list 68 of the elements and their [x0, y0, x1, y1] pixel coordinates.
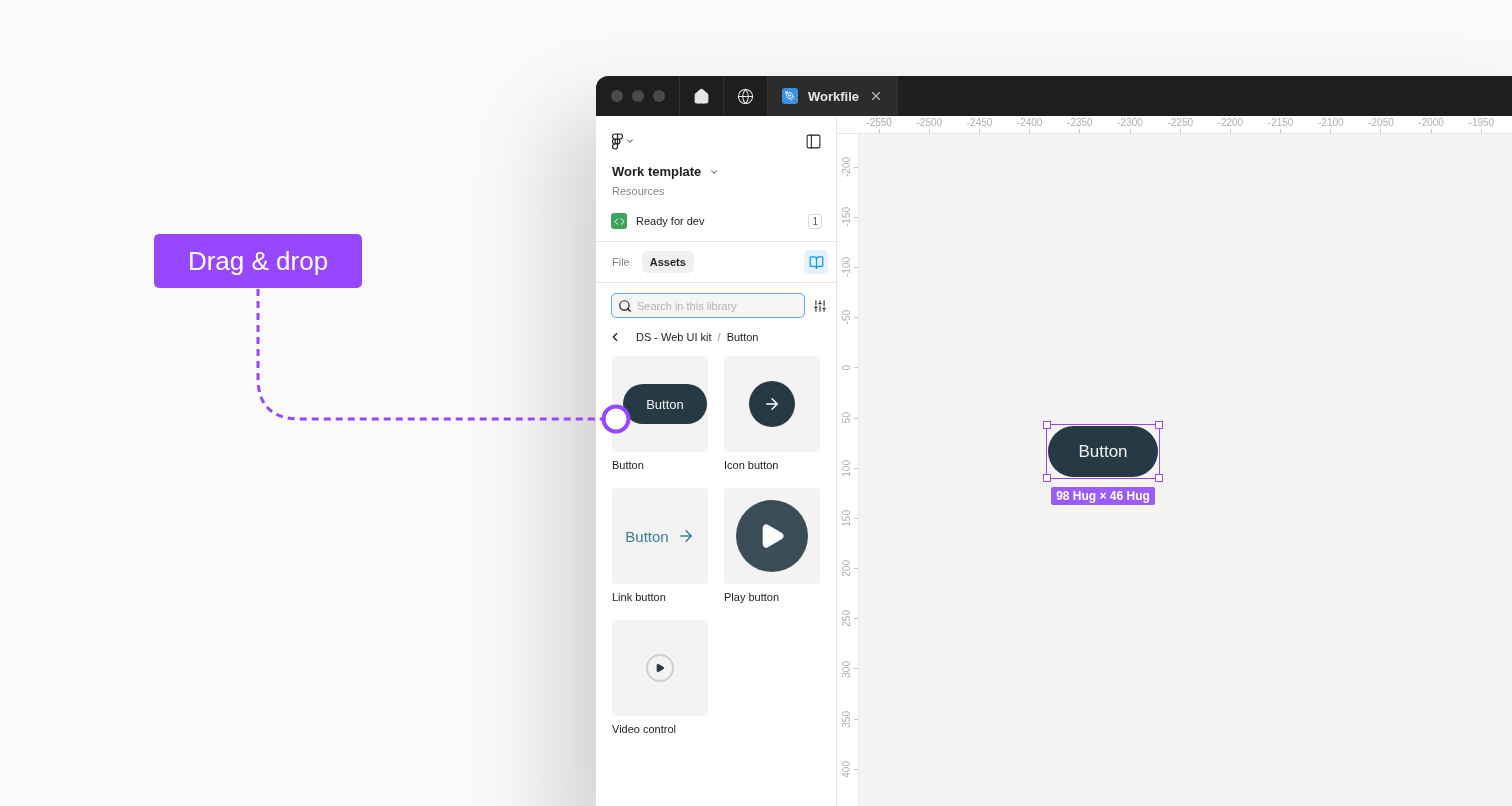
drag-and-drop-callout: Drag & drop	[154, 234, 362, 288]
component-name: Button	[612, 459, 645, 471]
ruler-label: 0	[841, 365, 853, 371]
book-icon	[808, 254, 824, 270]
component-name: Video control	[612, 723, 677, 735]
ruler-label: 100	[841, 459, 853, 477]
component-card[interactable]: Button	[612, 356, 708, 452]
component-name: Icon button	[724, 459, 780, 471]
component-name: Play button	[724, 591, 781, 603]
component-name: Link button	[612, 591, 667, 603]
ruler-label: -2050	[1368, 117, 1394, 128]
component-card[interactable]	[724, 356, 820, 452]
play-icon	[655, 663, 665, 673]
search-icon	[618, 299, 632, 313]
arrow-icon	[763, 395, 781, 413]
filter-button[interactable]	[813, 298, 827, 313]
ruler-label: -2400	[1016, 117, 1043, 128]
resize-handle[interactable]	[1155, 421, 1163, 429]
sliders-icon	[813, 298, 827, 313]
breadcrumb-item[interactable]: DS - Web UI kit	[636, 331, 712, 343]
ruler-label: -2200	[1217, 117, 1244, 128]
ruler-label: -2100	[1318, 117, 1344, 128]
ruler-label: -150	[841, 207, 853, 228]
ruler-label: -200	[841, 157, 853, 178]
ruler-label: -2300	[1117, 117, 1143, 128]
ruler-label: -2250	[1167, 117, 1193, 128]
ruler-label: -2500	[916, 117, 943, 128]
button-preview: Button	[623, 384, 707, 424]
resize-handle[interactable]	[1155, 474, 1163, 482]
ruler-label: 300	[841, 660, 853, 678]
ruler-label: -2450	[966, 117, 993, 128]
breadcrumb-separator: /	[717, 331, 721, 343]
project-name: Resources	[612, 185, 666, 197]
panel-tab[interactable]: Assets	[641, 251, 694, 273]
breadcrumb-item[interactable]: Button	[726, 331, 759, 343]
panel-tab[interactable]: File	[604, 251, 638, 273]
ruler-label: 350	[841, 710, 853, 728]
ruler-label: 400	[841, 761, 853, 778]
size-label: 98 Hug × 46 Hug	[1051, 487, 1155, 505]
ruler-label: -2150	[1267, 117, 1294, 128]
resize-handle[interactable]	[1043, 474, 1051, 482]
component-card[interactable]	[724, 488, 820, 584]
component-card[interactable]: Button	[612, 488, 708, 584]
ruler-label: 200	[841, 560, 853, 577]
ruler-label: -2000	[1418, 117, 1444, 128]
ruler-label: 250	[841, 610, 853, 628]
chevron-icon[interactable]	[625, 136, 635, 146]
ruler-label: 150	[841, 510, 853, 527]
ruler-label: -1950	[1468, 117, 1495, 128]
file-name[interactable]: Work template	[612, 164, 702, 179]
count-badge: 1	[808, 213, 822, 229]
status-label[interactable]: Ready for dev	[636, 215, 800, 227]
ruler-label: 50	[841, 412, 853, 424]
drop-handle	[601, 404, 631, 434]
ruler-label: -100	[841, 257, 853, 278]
resize-handle[interactable]	[1043, 421, 1051, 429]
canvas-button[interactable]: Button	[1048, 426, 1158, 477]
panel-toggle-icon[interactable]	[805, 132, 822, 150]
link-button-preview: Button	[625, 527, 669, 545]
ruler-label: -2350	[1067, 117, 1093, 128]
home-icon	[693, 87, 710, 105]
ruler-label: -2550	[866, 117, 892, 128]
logo-icon	[612, 132, 623, 150]
library-button[interactable]	[804, 250, 828, 274]
globe-icon	[737, 87, 754, 105]
ruler-label: -50	[841, 310, 853, 325]
search-field[interactable]: Search in this library	[611, 293, 805, 318]
file-tab[interactable]: Workfile	[768, 76, 899, 116]
